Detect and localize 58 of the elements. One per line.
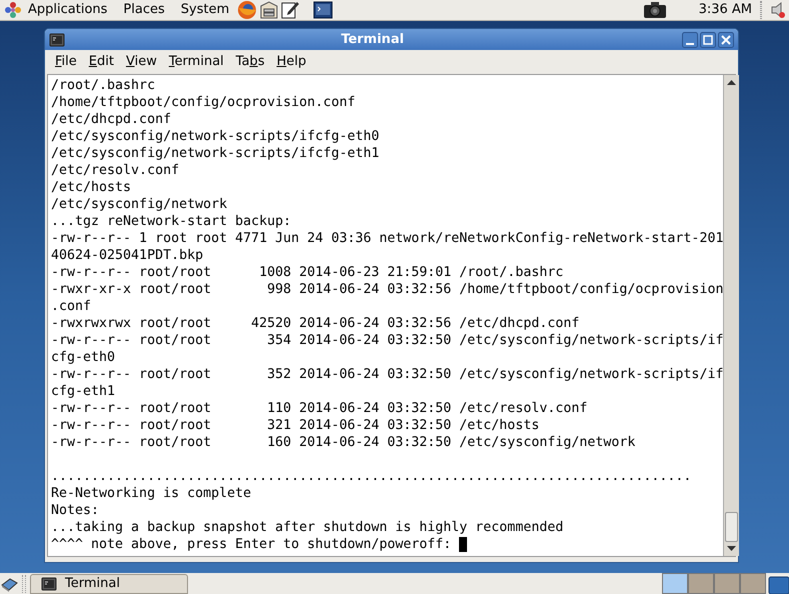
- menu-item[interactable]: File: [49, 52, 83, 72]
- panel-menu[interactable]: Applications: [27, 0, 108, 20]
- workspace-switcher-item[interactable]: [688, 573, 714, 594]
- terminal-line: -rwxrwxrwx root/root 42520 2014-06-24 03:32:56 /etc/dhcpd.conf: [51, 315, 580, 332]
- terminal-icon: [41, 576, 57, 590]
- terminal-line: Notes:: [51, 502, 100, 519]
- terminal-icon[interactable]: [312, 0, 334, 20]
- menu-item[interactable]: Help: [270, 52, 312, 72]
- terminal-line: -rw-r--r-- root/root 354 2014-06-24 03:32:50 /etc/sysconfig/network-scripts/if: [51, 332, 724, 349]
- menu-item[interactable]: Tabs: [230, 52, 271, 72]
- close-icon[interactable]: [718, 32, 734, 48]
- terminal-line: -rw-r--r-- root/root 1008 2014-06-23 21:59:01 /root/.bashrc: [51, 264, 564, 281]
- terminal-icon[interactable]: [49, 32, 65, 46]
- terminal-line: /etc/sysconfig/network-scripts/ifcfg-eth1: [51, 145, 380, 162]
- terminal-line: -rw-r--r-- 1 root root 4771 Jun 24 03:36 network/reNetworkConfig-reNetwork-start-201: [51, 230, 724, 247]
- terminal-line: /root/.bashrc: [51, 77, 156, 94]
- clock[interactable]: 3:36 AM: [698, 0, 752, 20]
- terminal-line: .conf: [51, 298, 92, 315]
- terminal-line: /etc/hosts: [51, 179, 132, 196]
- terminal-line: -rw-r--r-- root/root 110 2014-06-24 03:32:50 /etc/resolv.conf: [51, 400, 588, 417]
- terminal-line: -rw-r--r-- root/root 321 2014-06-24 03:32:50 /etc/hosts: [51, 417, 540, 434]
- terminal-line: ...taking a backup snapshot after shutdown is highly recommended: [51, 519, 564, 536]
- terminal-line: cfg-eth0: [51, 349, 116, 366]
- window-title: Terminal: [340, 30, 405, 49]
- terminal-line: /etc/sysconfig/network: [51, 196, 228, 213]
- workspace-switcher-item[interactable]: [714, 573, 740, 594]
- menu-logo-icon[interactable]: [4, 1, 22, 19]
- menu-item[interactable]: Terminal: [162, 52, 230, 72]
- terminal-line: ^^^^ note above, press Enter to shutdown/poweroff:: [51, 536, 452, 553]
- menu-item[interactable]: Edit: [82, 52, 120, 72]
- globe-icon[interactable]: [236, 0, 258, 20]
- terminal-line: /home/tftpboot/config/ocprovision.conf: [51, 94, 356, 111]
- menu-item[interactable]: View: [120, 52, 163, 72]
- terminal-line: -rw-r--r-- root/root 352 2014-06-24 03:32:50 /etc/sysconfig/network-scripts/if: [51, 366, 724, 383]
- terminal-line: 40624-025041PDT.bkp: [51, 247, 204, 264]
- camera-icon[interactable]: [642, 1, 667, 19]
- terminal-line: ................................................................................: [51, 468, 692, 485]
- workspace-switcher-item[interactable]: [662, 573, 688, 594]
- muted-speaker-icon[interactable]: [770, 1, 786, 19]
- terminal-line: /etc/sysconfig/network-scripts/ifcfg-eth0: [51, 128, 380, 145]
- file-cabinet-icon[interactable]: [258, 0, 280, 20]
- terminal-line: -rw-r--r-- root/root 160 2014-06-24 03:32:50 /etc/sysconfig/network: [51, 434, 636, 451]
- terminal-line: ...tgz reNetwork-start backup:: [51, 213, 292, 230]
- panel-menu[interactable]: System: [180, 0, 230, 20]
- terminal-line: -rwxr-xr-x root/root 998 2014-06-24 03:32:56 /home/tftpboot/config/ocprovision: [51, 281, 724, 298]
- terminal-line: Re-Networking is complete: [51, 485, 252, 502]
- maximize-icon[interactable]: [700, 32, 716, 48]
- minimize-icon[interactable]: [682, 32, 698, 48]
- terminal-line: /etc/resolv.conf: [51, 162, 180, 179]
- taskbar-button[interactable]: Terminal: [30, 574, 188, 594]
- notepad-pencil-icon[interactable]: [280, 0, 300, 20]
- panel-menu[interactable]: Places: [122, 0, 166, 20]
- trash-icon[interactable]: [767, 574, 789, 594]
- terminal-line: cfg-eth1: [51, 383, 116, 400]
- scrollbar[interactable]: [723, 75, 740, 556]
- terminal-line: /etc/dhcpd.conf: [51, 111, 172, 128]
- scrollbar-thumb[interactable]: [725, 512, 738, 542]
- workspace-switcher-item[interactable]: [740, 573, 766, 594]
